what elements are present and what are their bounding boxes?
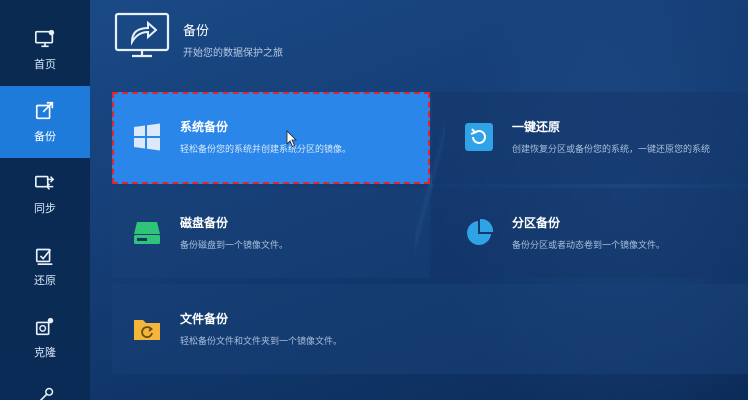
file-backup-desc: 轻松备份文件和文件夹到一个镜像文件。 bbox=[180, 337, 343, 347]
main-panel: 备份 开始您的数据保护之旅 系统备份 轻松备份您的系统并创建系统分区的镜像。 一… bbox=[90, 0, 748, 400]
sidebar-item-restore[interactable]: 还原 bbox=[0, 230, 90, 302]
page-title: 备份 bbox=[183, 24, 210, 39]
partition-backup-title: 分区备份 bbox=[512, 216, 561, 230]
sidebar: 首页 备份 同步 还原 克隆 bbox=[0, 0, 90, 400]
sidebar-item-label: 克隆 bbox=[34, 346, 56, 359]
file-backup-title: 文件备份 bbox=[180, 312, 229, 326]
one-key-restore-icon bbox=[465, 123, 493, 151]
disk-backup-card[interactable]: 磁盘备份 备份磁盘到一个镜像文件。 bbox=[112, 188, 430, 278]
restore-icon bbox=[35, 248, 53, 265]
folder-icon bbox=[134, 320, 160, 340]
sidebar-item-label: 同步 bbox=[34, 202, 56, 215]
disk-backup-desc: 备份磁盘到一个镜像文件。 bbox=[180, 241, 289, 251]
windows-icon bbox=[134, 123, 160, 151]
one-key-restore-desc: 创建恢复分区或备份您的系统，一键还原您的系统 bbox=[512, 145, 711, 155]
mouse-cursor-icon bbox=[286, 130, 297, 148]
clone-icon bbox=[35, 317, 54, 336]
one-key-restore-card[interactable]: 一键还原 创建恢复分区或备份您的系统，一键还原您的系统 bbox=[432, 92, 748, 184]
page-subtitle: 开始您的数据保护之旅 bbox=[183, 48, 283, 59]
one-key-restore-title: 一键还原 bbox=[512, 120, 561, 134]
backup-icon bbox=[35, 101, 54, 120]
file-backup-card[interactable]: 文件备份 轻松备份文件和文件夹到一个镜像文件。 bbox=[112, 284, 748, 374]
system-backup-desc: 轻松备份您的系统并创建系统分区的镜像。 bbox=[180, 145, 352, 155]
sidebar-item-label: 备份 bbox=[34, 130, 56, 143]
pie-chart-icon bbox=[467, 218, 494, 245]
sidebar-item-tools[interactable] bbox=[0, 372, 90, 400]
sidebar-item-backup[interactable]: 备份 bbox=[0, 86, 90, 158]
sidebar-item-home[interactable]: 首页 bbox=[0, 14, 90, 86]
sidebar-item-sync[interactable]: 同步 bbox=[0, 158, 90, 230]
page-header: 备份 开始您的数据保护之旅 bbox=[90, 0, 748, 88]
sync-icon bbox=[35, 175, 55, 190]
sidebar-item-label: 首页 bbox=[34, 58, 56, 71]
system-backup-title: 系统备份 bbox=[180, 120, 229, 134]
partition-backup-card[interactable]: 分区备份 备份分区或者动态卷到一个镜像文件。 bbox=[432, 188, 748, 278]
disk-backup-title: 磁盘备份 bbox=[180, 216, 229, 230]
sidebar-item-clone[interactable]: 克隆 bbox=[0, 302, 90, 374]
disk-icon bbox=[134, 222, 160, 244]
tools-icon bbox=[39, 387, 54, 400]
system-backup-card[interactable]: 系统备份 轻松备份您的系统并创建系统分区的镜像。 bbox=[112, 92, 430, 184]
partition-backup-desc: 备份分区或者动态卷到一个镜像文件。 bbox=[512, 241, 666, 251]
sidebar-item-label: 还原 bbox=[34, 274, 56, 287]
backup-monitor-icon bbox=[114, 12, 170, 58]
monitor-icon bbox=[35, 29, 55, 48]
